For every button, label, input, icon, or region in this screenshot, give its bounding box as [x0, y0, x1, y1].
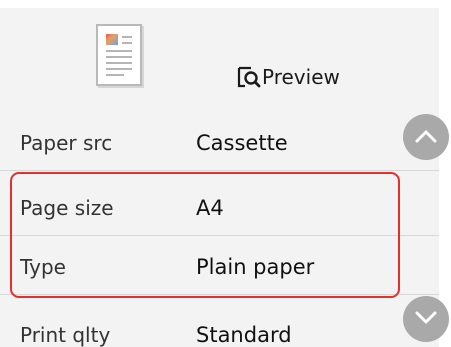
top-edge [0, 0, 451, 8]
setting-label: Paper src [20, 131, 113, 155]
thumbnail-line [106, 62, 132, 64]
setting-label: Print qlty [20, 323, 111, 347]
chevron-up-icon [415, 128, 437, 147]
scroll-down-button[interactable] [403, 296, 449, 342]
setting-row-paper-src[interactable]: Paper src Cassette [0, 115, 439, 171]
setting-value: Plain paper [196, 255, 315, 279]
setting-label: Type [20, 255, 66, 279]
setting-value: Standard [196, 323, 292, 347]
thumbnail-line [122, 36, 132, 38]
preview-button[interactable]: Preview [236, 60, 340, 94]
chevron-down-icon [415, 310, 437, 329]
thumbnail-image-block [106, 34, 118, 45]
setting-value: A4 [196, 196, 224, 220]
thumbnail-line [106, 74, 124, 76]
thumbnail-line [122, 42, 132, 44]
right-edge [439, 0, 451, 347]
setting-label: Page size [20, 196, 114, 220]
thumbnail-line [106, 56, 132, 58]
thumbnail-line [106, 50, 132, 52]
setting-row-print-qlty[interactable]: Print qlty Standard [0, 307, 439, 347]
setting-value: Cassette [196, 131, 288, 155]
setting-row-type[interactable]: Type Plain paper [0, 239, 439, 295]
scroll-up-button[interactable] [403, 114, 449, 160]
setting-row-page-size[interactable]: Page size A4 [0, 180, 439, 236]
preview-label: Preview [262, 65, 340, 89]
preview-magnifier-icon [236, 65, 262, 89]
print-settings-screen: Preview Paper src Cassette Page size A4 … [0, 0, 451, 347]
document-thumbnail-icon [96, 24, 142, 86]
thumbnail-line [106, 68, 132, 70]
